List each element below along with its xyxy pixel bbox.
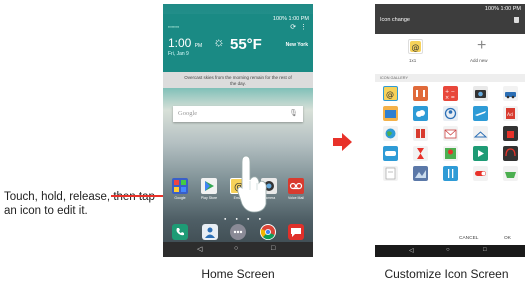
gallery-map-icon[interactable] — [443, 146, 458, 161]
gallery-play-icon[interactable] — [473, 146, 488, 161]
dialog-buttons: CANCEL OK — [375, 236, 525, 245]
google-logo: Google — [178, 110, 198, 117]
gallery-contacts-icon[interactable] — [443, 106, 458, 121]
weather-widget[interactable]: 100% 1:00 PM ▪▪▪▪▪▪▪▪▪ ⟳ ⋮ 1:00 PM Fri, … — [163, 14, 313, 72]
recents-icon[interactable]: □ — [271, 245, 275, 252]
chrome-icon[interactable] — [260, 224, 276, 240]
status-bar: 100% 1:00 PM — [484, 6, 521, 12]
google-search-bar[interactable]: Google 🎙 — [173, 106, 303, 122]
back-icon[interactable]: ◁ — [197, 245, 202, 253]
apps-drawer-icon[interactable] — [230, 224, 246, 240]
svg-text:Ad: Ad — [507, 112, 513, 118]
app-label-voicemail: Voice Mail — [288, 196, 304, 200]
gallery-basket-icon[interactable] — [503, 166, 518, 181]
svg-text:× =: × = — [445, 95, 455, 101]
gallery-utensils-icon[interactable] — [443, 166, 458, 181]
customize-screen-caption: Customize Icon Screen — [384, 267, 509, 281]
page-indicator: ● ● ● ● — [224, 216, 265, 221]
gallery-landscape-icon[interactable] — [413, 166, 428, 181]
current-icon-row: @ 1x1 + Add new — [392, 37, 502, 65]
current-email-icon[interactable]: @ — [408, 39, 423, 54]
gallery-mail-icon[interactable] — [443, 126, 458, 141]
screen-title: Icon change — [380, 17, 410, 23]
gallery-music-icon[interactable] — [413, 86, 428, 101]
forecast-text: Overcast skies from the morning remain f… — [163, 72, 313, 88]
gallery-hourglass-icon[interactable] — [413, 146, 428, 161]
refresh-icon[interactable]: ⟳ ⋮ — [290, 23, 307, 31]
gallery-headphones-icon[interactable] — [503, 146, 518, 161]
gallery-airplane-icon[interactable] — [473, 106, 488, 121]
gallery-notepad-icon[interactable] — [383, 166, 398, 181]
add-new-icon[interactable]: + — [477, 37, 486, 55]
sun-icon: ☼ — [213, 34, 225, 49]
gallery-camera-icon[interactable] — [473, 86, 488, 101]
title-bar: 100% 1:00 PM Icon change — [375, 4, 525, 34]
gallery-hanger-icon[interactable] — [473, 126, 488, 141]
gallery-folder-icon[interactable] — [383, 106, 398, 121]
nav-bar: ◁ ○ □ — [375, 245, 525, 257]
voicemail-icon[interactable] — [288, 178, 304, 194]
ok-button[interactable]: OK — [504, 236, 511, 241]
gallery-weather-icon[interactable] — [413, 106, 428, 121]
home-screen-caption: Home Screen — [201, 267, 275, 281]
gallery-heading: ICON GALLERY — [375, 74, 525, 82]
city-name: New York — [285, 42, 308, 48]
nav-bar: ◁ ○ □ — [163, 242, 313, 257]
temperature: 55°F — [230, 36, 262, 53]
hand-pointer-icon — [237, 155, 267, 213]
mic-icon[interactable]: 🎙 — [289, 109, 298, 117]
gallery-email-icon[interactable]: @ — [383, 86, 398, 101]
recents-icon[interactable]: □ — [483, 247, 487, 253]
app-label-play-store: Play Store — [200, 196, 218, 200]
svg-text:@: @ — [386, 90, 394, 99]
app-label-google: Google — [174, 196, 186, 200]
gallery-shopping-icon[interactable] — [503, 126, 518, 141]
dock — [163, 222, 313, 242]
weather-source-text: ▪▪▪▪▪▪▪▪▪ — [168, 25, 180, 29]
clock-date: Fri, Jan 9 — [168, 51, 189, 57]
google-folder-icon[interactable] — [172, 178, 188, 194]
cancel-button[interactable]: CANCEL — [459, 236, 478, 241]
back-icon[interactable]: ◁ — [409, 247, 414, 254]
contacts-icon[interactable] — [202, 224, 218, 240]
customize-icon-phone: 100% 1:00 PM Icon change @ 1x1 + Add new… — [375, 4, 525, 257]
clock-time: 1:00 PM — [168, 36, 203, 50]
home-icon[interactable]: ○ — [234, 245, 238, 252]
messaging-icon[interactable] — [288, 224, 304, 240]
add-new-label[interactable]: Add new — [470, 58, 488, 63]
phone-icon[interactable] — [172, 224, 188, 240]
home-screen-phone: 100% 1:00 PM ▪▪▪▪▪▪▪▪▪ ⟳ ⋮ 1:00 PM Fri, … — [163, 4, 313, 257]
play-store-icon[interactable] — [201, 178, 217, 194]
gallery-gamepad-icon[interactable] — [383, 146, 398, 161]
gallery-toggle-icon[interactable] — [473, 166, 488, 181]
trash-icon[interactable] — [514, 17, 519, 23]
gallery-car-icon[interactable] — [503, 86, 518, 101]
gallery-globe-icon[interactable] — [383, 126, 398, 141]
arrow-right-icon — [333, 133, 352, 151]
gallery-pdf-icon[interactable]: Ad — [503, 106, 518, 121]
gallery-book-icon[interactable] — [413, 126, 428, 141]
gallery-calculator-icon[interactable]: + − × = — [443, 86, 458, 101]
home-icon[interactable]: ○ — [446, 247, 450, 253]
svg-text:@: @ — [412, 43, 420, 52]
size-label: 1x1 — [409, 58, 417, 63]
